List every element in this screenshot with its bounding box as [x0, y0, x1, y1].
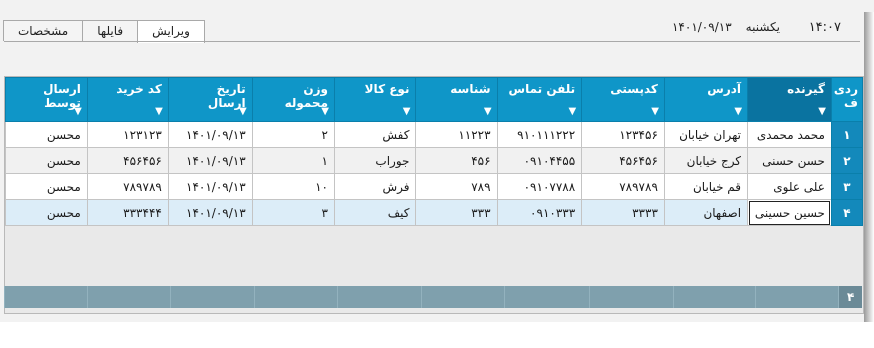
cell-address[interactable]: تهران خیابان	[663, 121, 749, 148]
row-number[interactable]: ۴	[830, 199, 864, 226]
footer-cell	[337, 286, 421, 308]
grid-footer: ۴	[3, 286, 862, 308]
footer-cell	[672, 286, 756, 308]
footer-cell	[421, 286, 504, 308]
cell-receiver[interactable]: علی علوی	[747, 173, 832, 200]
cell-purchase-code[interactable]: ۴۵۶۴۵۶	[86, 147, 169, 174]
footer-cell	[169, 286, 254, 308]
cell-sent-by[interactable]: محسن	[5, 121, 88, 148]
cell-receiver[interactable]: حسین حسینی	[747, 199, 832, 226]
table-row[interactable]: ۳ علی علوی قم خیابان ۷۸۹۷۸۹ ۰۹۱۰۷۷۸۸ ۷۸۹…	[5, 173, 864, 200]
cell-weight[interactable]: ۳	[251, 199, 336, 226]
col-header-postal-code[interactable]: کدپستی ▼	[581, 77, 665, 122]
cell-send-date[interactable]: ۱۴۰۱/۰۹/۱۳	[167, 199, 253, 226]
col-header-purchase-code[interactable]: کد خرید ▼	[86, 77, 169, 122]
cell-purchase-code[interactable]: ۷۸۹۷۸۹	[86, 173, 169, 200]
cell-sent-by[interactable]: محسن	[5, 199, 88, 226]
filter-icon[interactable]: ▼	[730, 106, 742, 118]
filter-icon[interactable]: ▼	[317, 106, 329, 118]
cell-send-date[interactable]: ۱۴۰۱/۰۹/۱۳	[167, 121, 253, 148]
window-shadow	[864, 12, 874, 332]
tab-files[interactable]: فایلها	[82, 20, 139, 41]
cell-postal-code[interactable]: ۳۳۳۳	[581, 199, 665, 226]
cell-item-type[interactable]: کیف	[333, 199, 417, 226]
col-header-weight[interactable]: وزن محموله ▼	[251, 77, 336, 122]
cell-sent-by[interactable]: محسن	[5, 147, 88, 174]
cell-sent-by[interactable]: محسن	[5, 173, 88, 200]
tab-edit[interactable]: ویرایش	[137, 20, 205, 43]
cell-item-type[interactable]: فرش	[333, 173, 417, 200]
footer-cell	[504, 286, 589, 308]
cell-item-type[interactable]: کفش	[333, 121, 417, 148]
footer-cell	[3, 286, 87, 308]
date-value: ۱۴۰۱/۰۹/۱۳	[671, 20, 732, 34]
cell-phone[interactable]: ۰۹۱۰۴۴۵۵	[496, 147, 583, 174]
filter-icon[interactable]: ▼	[564, 106, 576, 118]
col-header-row-number[interactable]: ردی ف	[830, 77, 864, 122]
filter-icon[interactable]: ▼	[151, 106, 163, 118]
cell-postal-code[interactable]: ۱۲۳۴۵۶	[581, 121, 665, 148]
cell-weight[interactable]: ۱	[251, 147, 336, 174]
cell-id[interactable]: ۱۱۲۲۳	[415, 121, 498, 148]
cell-address[interactable]: قم خیابان	[663, 173, 749, 200]
table-row[interactable]: ۱ محمد محمدی تهران خیابان ۱۲۳۴۵۶ ۹۱۰۱۱۱۲…	[5, 121, 864, 148]
footer-cell	[253, 286, 338, 308]
cell-send-date[interactable]: ۱۴۰۱/۰۹/۱۳	[167, 147, 253, 174]
col-header-send-date[interactable]: تاریخ ارسال ▼	[167, 77, 253, 122]
filter-icon[interactable]: ▼	[70, 106, 82, 118]
day-name: یکشنبه	[745, 20, 780, 34]
filter-icon[interactable]: ▼	[647, 106, 659, 118]
cell-purchase-code[interactable]: ۱۲۳۱۲۳	[86, 121, 169, 148]
table-row-selected[interactable]: ۴ حسین حسینی اصفهان ۳۳۳۳ ۰۹۱۰۳۳۳ ۳۳۳ کیف…	[5, 199, 864, 226]
row-number[interactable]: ۱	[830, 121, 864, 148]
tab-details[interactable]: مشخصات	[3, 20, 84, 41]
col-header-receiver[interactable]: گیرنده ▼	[747, 77, 832, 122]
filter-icon[interactable]: ▼	[480, 106, 492, 118]
shipments-table: ردی ف گیرنده ▼ آدرس ▼ کدپستی ▼ تلفن تماس ▼ ش…	[5, 77, 864, 226]
col-header-sent-by[interactable]: ارسال توسط ▼	[5, 77, 88, 122]
row-number[interactable]: ۳	[830, 173, 864, 200]
cell-item-type[interactable]: جوراب	[333, 147, 417, 174]
footer-cell	[86, 286, 170, 308]
window: ویرایش فایلها مشخصات ۱۴:۰۷ یکشنبه ۱۴۰۱/۰…	[0, 0, 874, 348]
clock: ۱۴:۰۷	[808, 20, 841, 35]
filter-icon[interactable]: ▼	[398, 106, 411, 118]
torn-edge-bottom	[0, 322, 874, 348]
row-number[interactable]: ۲	[830, 147, 864, 174]
tab-strip: ویرایش فایلها مشخصات	[3, 20, 205, 43]
cell-address[interactable]: اصفهان	[663, 199, 749, 226]
cell-postal-code[interactable]: ۴۵۶۴۵۶	[581, 147, 665, 174]
cell-phone[interactable]: ۰۹۱۰۳۳۳	[496, 199, 583, 226]
table-row[interactable]: ۲ حسن حسنی کرج خیابان ۴۵۶۴۵۶ ۰۹۱۰۴۴۵۵ ۴۵…	[5, 147, 864, 174]
tab-divider	[4, 41, 860, 42]
header-row: ردی ف گیرنده ▼ آدرس ▼ کدپستی ▼ تلفن تماس ▼ ش…	[5, 77, 864, 122]
filter-icon[interactable]: ▼	[814, 106, 826, 118]
footer-cell	[588, 286, 673, 308]
shipments-grid: ردی ف گیرنده ▼ آدرس ▼ کدپستی ▼ تلفن تماس ▼ ش…	[4, 76, 864, 314]
cell-id[interactable]: ۳۳۳	[415, 199, 498, 226]
col-header-id[interactable]: شناسه ▼	[415, 77, 498, 122]
filter-icon[interactable]: ▼	[235, 106, 247, 118]
col-header-item-type[interactable]: نوع کالا ▼	[333, 77, 417, 122]
cell-weight[interactable]: ۱۰	[251, 173, 336, 200]
cell-phone[interactable]: ۰۹۱۰۷۷۸۸	[496, 173, 583, 200]
cell-receiver[interactable]: حسن حسنی	[747, 147, 832, 174]
cell-send-date[interactable]: ۱۴۰۱/۰۹/۱۳	[167, 173, 253, 200]
cell-id[interactable]: ۴۵۶	[415, 147, 498, 174]
cell-receiver[interactable]: محمد محمدی	[747, 121, 832, 148]
cell-phone[interactable]: ۹۱۰۱۱۱۲۲۲	[496, 121, 583, 148]
cell-purchase-code[interactable]: ۳۳۳۴۴۴	[86, 199, 169, 226]
cell-postal-code[interactable]: ۷۸۹۷۸۹	[581, 173, 665, 200]
cell-weight[interactable]: ۲	[251, 121, 336, 148]
cell-id[interactable]: ۷۸۹	[415, 173, 498, 200]
cell-address[interactable]: کرج خیابان	[663, 147, 749, 174]
footer-row-count: ۴	[838, 286, 862, 308]
date-display: یکشنبه ۱۴۰۱/۰۹/۱۳	[672, 20, 780, 34]
col-header-address[interactable]: آدرس ▼	[663, 77, 749, 122]
col-header-phone[interactable]: تلفن تماس ▼	[496, 77, 583, 122]
footer-cell	[755, 286, 838, 308]
